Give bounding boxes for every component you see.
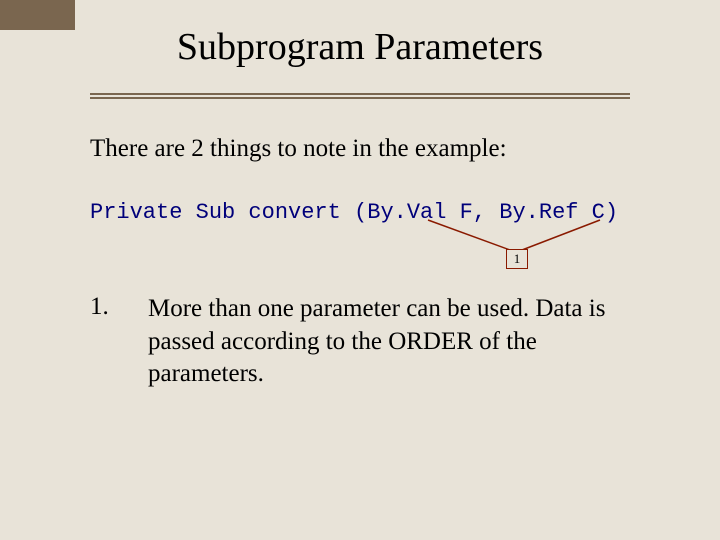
list-number: 1.: [90, 293, 109, 321]
slide-title: Subprogram Parameters: [0, 0, 720, 69]
list-body-text: More than one parameter can be used. Dat…: [148, 293, 650, 391]
title-double-rule: [90, 93, 630, 99]
slide: Subprogram Parameters There are 2 things…: [0, 0, 720, 540]
corner-decoration: [0, 0, 75, 30]
list-item-1: 1. More than one parameter can be used. …: [90, 293, 650, 391]
callout-lines: [300, 215, 660, 275]
intro-text: There are 2 things to note in the exampl…: [90, 135, 660, 163]
callout-label-box: 1: [506, 249, 528, 269]
